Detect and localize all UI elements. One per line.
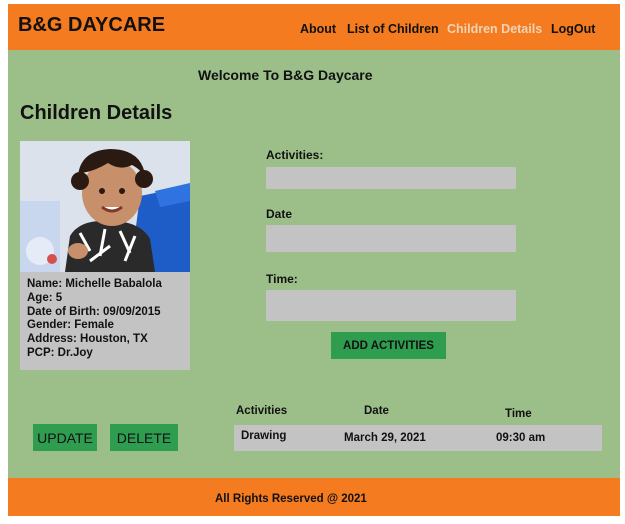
time-label: Time:: [266, 272, 298, 286]
nav-logout[interactable]: LogOut: [551, 22, 595, 36]
update-button[interactable]: UPDATE: [33, 424, 97, 451]
child-pcp: PCP: Dr.Joy: [27, 346, 93, 359]
date-label: Date: [266, 207, 293, 221]
page-title: Children Details: [20, 102, 173, 124]
page-frame: B&G DAYCARE About List of Children Child…: [8, 4, 620, 516]
table-cell-activity: Drawing: [241, 430, 287, 442]
date-input[interactable]: [266, 225, 516, 252]
brand-logo[interactable]: B&G DAYCARE: [18, 14, 165, 37]
table-row[interactable]: Drawing March 29, 2021 09:30 am: [234, 425, 602, 451]
table-header-activities: Activities: [236, 405, 288, 417]
time-input[interactable]: [266, 290, 516, 321]
footer-bar: All Rights Reserved @ 2021: [8, 478, 620, 516]
table-cell-time: 09:30 am: [496, 432, 546, 444]
footer-text: All Rights Reserved @ 2021: [215, 493, 367, 505]
nav-list-of-children[interactable]: List of Children: [347, 22, 439, 36]
child-address: Address: Houston, TX: [27, 333, 148, 346]
nav-about[interactable]: About: [300, 22, 336, 36]
nav-children-details[interactable]: Children Details: [447, 22, 542, 36]
table-cell-date: March 29, 2021: [344, 432, 426, 444]
child-name: Name: Michelle Babalola: [27, 278, 162, 290]
child-age: Age: 5: [27, 291, 63, 304]
child-photo: [20, 141, 190, 272]
header-bar: B&G DAYCARE About List of Children Child…: [8, 4, 620, 50]
welcome-text: Welcome To B&G Daycare: [198, 67, 373, 83]
add-activities-button[interactable]: ADD ACTIVITIES: [331, 332, 446, 359]
child-dob: Date of Birth: 09/09/2015: [27, 305, 161, 318]
activities-input[interactable]: [266, 167, 516, 189]
child-card: Name: Michelle Babalola Age: 5 Date of B…: [20, 141, 190, 370]
delete-button[interactable]: DELETE: [110, 424, 178, 451]
child-gender: Gender: Female: [27, 319, 114, 332]
child-photo-image: [20, 141, 190, 272]
table-header-date: Date: [364, 405, 389, 417]
table-header-time: Time: [505, 408, 532, 420]
child-info: Name: Michelle Babalola Age: 5 Date of B…: [27, 278, 162, 361]
activities-label: Activities:: [266, 148, 324, 162]
